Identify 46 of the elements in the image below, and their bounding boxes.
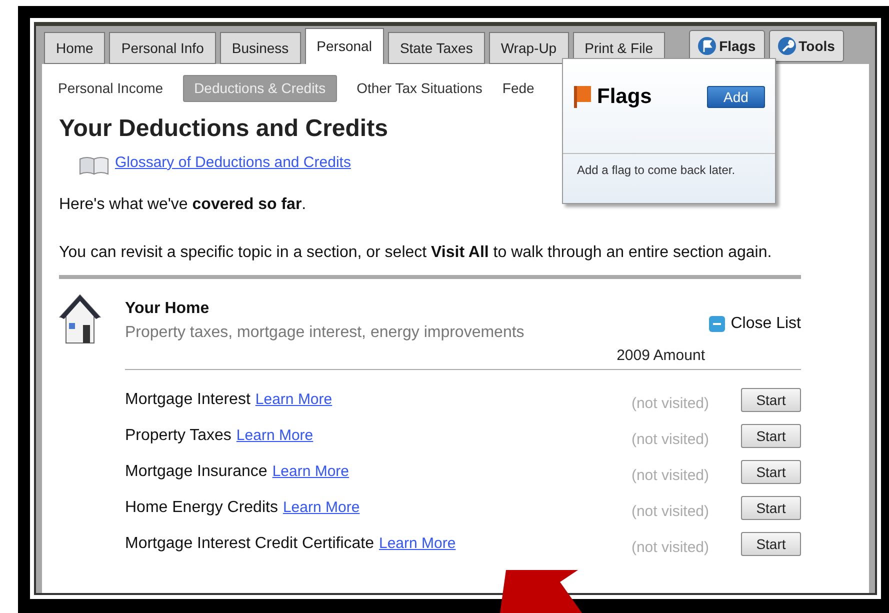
learn-more-link[interactable]: Learn More [282, 496, 360, 520]
start-button[interactable]: Start [741, 460, 801, 484]
topic-label: Property Taxes [125, 426, 232, 446]
status-text: (not visited) [631, 466, 709, 486]
tab[interactable]: Personal Info [109, 32, 216, 64]
sub-tab[interactable]: Personal Income [58, 78, 164, 98]
status-text: (not visited) [631, 430, 709, 450]
glossary-link[interactable]: Glossary of Deductions and Credits [115, 152, 351, 174]
close-list-button[interactable]: Close List [708, 312, 801, 336]
learn-more-link[interactable]: Learn More [379, 532, 456, 556]
topic-label: Mortgage Insurance [125, 462, 268, 482]
column-header: 2009 Amount [616, 346, 705, 366]
tab[interactable]: Personal [304, 28, 384, 64]
topic-label: Mortgage Interest [125, 390, 250, 410]
status-text: (not visited) [631, 538, 709, 558]
tab[interactable]: Wrap-Up [488, 32, 569, 64]
instructions-text: You can revisit a specific topic in a section, or select Visit All to walk through an entire section again. [59, 242, 773, 262]
toolbar-button[interactable]: Tools [768, 30, 844, 62]
status-text: (not visited) [631, 394, 709, 414]
tab[interactable]: Home [44, 32, 106, 64]
intro-text: Here's what we've covered so far. [59, 194, 308, 214]
start-button[interactable]: Start [741, 496, 801, 520]
learn-more-link[interactable]: Learn More [236, 424, 314, 448]
status-text: (not visited) [631, 502, 709, 522]
tab[interactable]: Business [220, 32, 301, 64]
popup-title: Flags [597, 84, 652, 110]
topic-label: Home Energy Credits [125, 498, 278, 518]
tab[interactable]: State Taxes [388, 32, 485, 64]
page-heading: Your Deductions and Credits [59, 114, 389, 144]
house-icon [59, 292, 101, 344]
section-title: Your Home [125, 298, 210, 318]
learn-more-link[interactable]: Learn More [272, 460, 350, 484]
book-icon [79, 154, 109, 174]
flag-icon [698, 37, 716, 55]
learn-more-link[interactable]: Learn More [255, 388, 332, 412]
add-button[interactable]: Add [707, 86, 765, 108]
popup-message: Add a flag to come back later. [576, 162, 736, 179]
start-button[interactable]: Start [741, 532, 801, 556]
section-subtitle: Property taxes, mortgage interest, energy improvements [125, 322, 526, 342]
start-button[interactable]: Start [741, 388, 801, 412]
collapse-icon [708, 316, 725, 332]
flag-icon [573, 84, 593, 110]
sub-tab[interactable]: Other Tax Situations [356, 78, 482, 98]
sub-tab[interactable]: Fede [502, 78, 534, 98]
start-button[interactable]: Start [741, 424, 801, 448]
topic-label: Mortgage Interest Credit Certificate [125, 534, 374, 554]
